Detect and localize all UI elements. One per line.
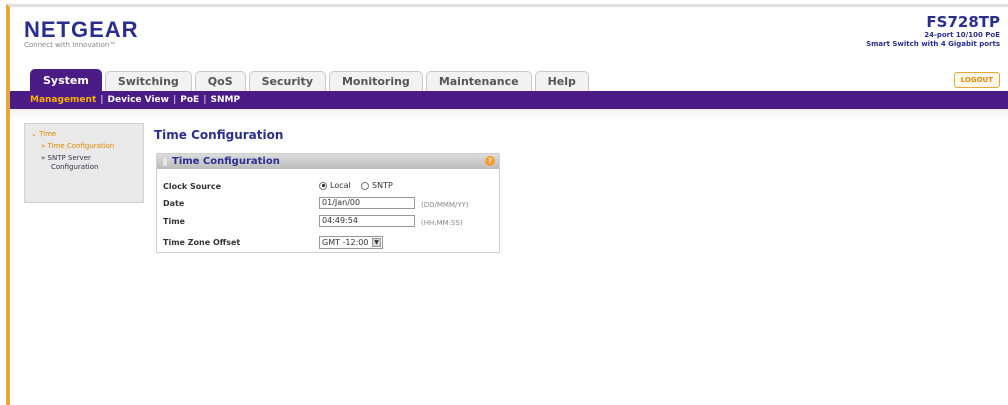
clock-source-local-radio[interactable]: Local	[319, 181, 351, 190]
bullet-icon: »	[41, 154, 46, 162]
subnav-snmp[interactable]: SNMP	[207, 95, 245, 105]
panel-header: Time Configuration ?	[157, 154, 499, 169]
subnav-management[interactable]: Management	[26, 95, 100, 105]
app-frame: NETGEAR Connect with Innovation™ FS728TP…	[6, 4, 1008, 405]
sidebar-group-time[interactable]: ⌄ Time	[31, 130, 143, 138]
panel-title: Time Configuration	[172, 156, 280, 167]
sidebar-item-label: Time Configuration	[47, 142, 115, 150]
tab-system[interactable]: System	[30, 69, 102, 91]
time-input[interactable]: 04:49:54	[319, 215, 415, 227]
sidebar-item-label: SNTP Server	[47, 154, 91, 162]
subnav-device-view[interactable]: Device View	[104, 95, 173, 105]
header: NETGEAR Connect with Innovation™ FS728TP…	[10, 7, 1008, 95]
radio-label: Local	[330, 181, 351, 190]
tab-qos[interactable]: QoS	[194, 71, 246, 91]
tab-maintenance[interactable]: Maintenance	[425, 71, 532, 91]
subnav: Management | Device View | PoE | SNMP	[10, 91, 1008, 109]
sidebar-item-sntp-server-configuration[interactable]: » SNTP Server Configuration	[41, 154, 143, 172]
time-format-hint: (HH:MM:SS)	[421, 219, 463, 227]
sidebar-group-label: Time	[39, 130, 57, 138]
time-config-panel: Time Configuration ? Clock Source Local …	[156, 153, 500, 253]
bullet-icon: »	[41, 142, 46, 150]
clock-source-sntp-radio[interactable]: SNTP	[361, 181, 393, 190]
logout-button[interactable]: LOGOUT	[953, 72, 1000, 88]
brand-name: NETGEAR	[24, 17, 139, 42]
help-icon[interactable]: ?	[485, 156, 495, 166]
tab-security[interactable]: Security	[248, 71, 326, 91]
panel-grip-icon	[163, 157, 167, 166]
product-model: FS728TP	[926, 13, 1000, 31]
time-zone-offset-label: Time Zone Offset	[163, 238, 241, 247]
select-value: GMT -12:00	[322, 238, 369, 247]
date-format-hint: (DD/MMM/YY)	[421, 201, 469, 209]
sidebar-item-time-configuration[interactable]: » Time Configuration	[41, 142, 143, 150]
clock-source-label: Clock Source	[163, 182, 222, 191]
tab-help[interactable]: Help	[534, 71, 589, 91]
content-top-bar	[10, 109, 1008, 119]
time-zone-offset-select[interactable]: GMT -12:00 ▼	[319, 236, 383, 249]
product-desc-1: 24-port 10/100 PoE	[924, 31, 1000, 39]
tab-switching[interactable]: Switching	[104, 71, 192, 91]
time-label: Time	[163, 217, 185, 226]
sidebar-item-label: Configuration	[51, 163, 99, 171]
chevron-down-icon[interactable]: ▼	[372, 238, 381, 247]
tab-monitoring[interactable]: Monitoring	[328, 71, 423, 91]
product-desc-2: Smart Switch with 4 Gigabit ports	[866, 40, 1000, 48]
product-info: FS728TP 24-port 10/100 PoE Smart Switch …	[866, 13, 1000, 49]
sidebar: ⌄ Time » Time Configuration » SNTP Serve…	[24, 123, 144, 203]
date-label: Date	[163, 199, 185, 208]
netgear-logo: NETGEAR Connect with Innovation™	[24, 17, 139, 49]
chevron-down-icon: ⌄	[31, 130, 37, 138]
page-title: Time Configuration	[154, 128, 284, 142]
subnav-poe[interactable]: PoE	[176, 95, 203, 105]
date-input[interactable]: 01/Jan/00	[319, 197, 415, 209]
radio-unchecked-icon	[361, 181, 369, 190]
main-tabs: System Switching QoS Security Monitoring…	[30, 69, 592, 91]
radio-checked-icon	[319, 181, 327, 190]
radio-label: SNTP	[372, 181, 393, 190]
